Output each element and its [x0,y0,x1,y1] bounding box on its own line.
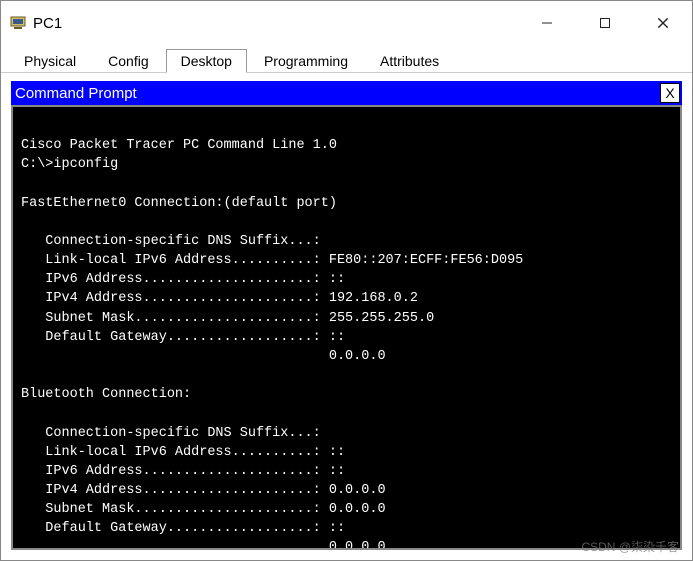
command-prompt-title: Command Prompt [15,85,660,102]
window-title: PC1 [33,15,518,32]
window-controls [518,1,692,45]
terminal-output[interactable]: Cisco Packet Tracer PC Command Line 1.0 … [11,105,682,550]
tab-bar: Physical Config Desktop Programming Attr… [1,45,692,73]
pc-icon [9,14,27,32]
tab-programming[interactable]: Programming [249,49,363,72]
app-window: PC1 Physical Config Desktop Programming … [0,0,693,561]
command-prompt-close-button[interactable]: X [660,83,680,103]
tab-attributes[interactable]: Attributes [365,49,454,72]
maximize-button[interactable] [576,1,634,45]
minimize-button[interactable] [518,1,576,45]
tab-desktop[interactable]: Desktop [166,49,247,73]
tab-config[interactable]: Config [93,49,163,72]
command-prompt-header: Command Prompt X [11,81,682,105]
content-area: Command Prompt X Cisco Packet Tracer PC … [1,73,692,560]
titlebar: PC1 [1,1,692,45]
close-button[interactable] [634,1,692,45]
tab-physical[interactable]: Physical [9,49,91,72]
